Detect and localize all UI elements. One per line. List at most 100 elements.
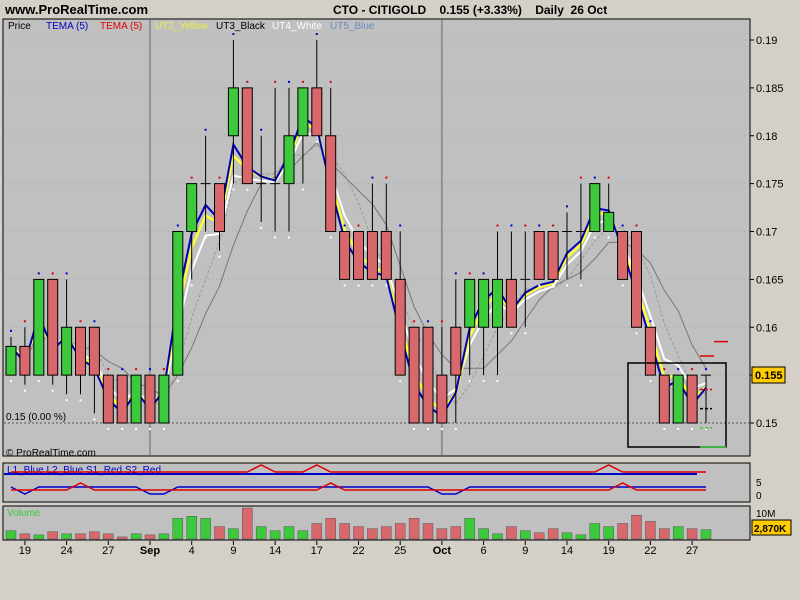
candle-body [283,135,295,185]
volume-bar [172,518,184,540]
candle-body [116,374,128,424]
signal-dot [691,368,694,371]
volume-bar [47,531,58,540]
volume-bar [311,523,323,540]
stop-dot [51,389,54,392]
x-tick-label: 14 [269,545,281,557]
volume-bar [61,533,72,540]
candle-body [241,87,253,185]
stop-dot [385,284,388,287]
candle-body [325,135,337,232]
signal-dot [190,176,193,179]
x-tick-label: 24 [60,545,72,557]
stop-dot [315,140,318,143]
signal-dot [538,224,541,227]
stop-dot [454,428,457,430]
signal-dot [510,224,513,227]
signal-dot [357,224,360,227]
candle-body [603,211,615,233]
volume-bar [561,532,573,540]
stop-dot [10,380,12,383]
stop-dot [579,284,582,287]
volume-bar [533,532,545,540]
candle-body [394,278,406,376]
volume-bar [283,526,295,540]
y-tick-label: 0.185 [756,83,784,95]
candle-body [422,326,434,424]
volume-bar [353,526,364,540]
candle-body [478,278,490,328]
candle-body [19,345,31,376]
candle-body [589,183,601,232]
candle-body [492,278,503,328]
stop-dot [343,284,346,287]
candle-body [186,183,198,232]
signal-dot [204,128,207,131]
stop-dot [23,389,26,392]
x-tick-label: 9 [230,545,236,557]
y-tick-label: 0.15 [756,418,777,430]
stop-dot [621,284,624,287]
volume-bar [603,526,614,540]
candle-body [47,278,59,376]
volume-bar [506,526,517,540]
volume-bar [700,529,712,540]
signal-dot [149,368,151,371]
candle-body [631,231,642,328]
candle-body [644,326,656,376]
candle-body [380,231,392,280]
signal-dot [468,272,471,275]
signal-dot [79,320,82,323]
price-chart[interactable]: 0.190.1850.180.1750.170.1650.160.1550.15… [0,0,800,600]
stop-dot [232,188,235,191]
stop-dot [288,236,290,239]
volume-bar [478,528,489,540]
y-tick-label: 0.17 [756,227,777,239]
stop-dot [162,428,165,430]
x-tick-label: 4 [189,545,195,557]
candle-body [33,278,45,376]
signal-dot [343,224,346,227]
signal-dot [232,33,235,35]
x-tick-label: 19 [19,545,31,557]
signal-dot [288,80,290,83]
signal-dot [635,224,638,227]
volume-bar [520,530,531,540]
signal-dot [399,224,402,227]
volume-bar [269,530,281,540]
x-tick-label: 22 [644,545,656,557]
volume-last-label: 2,870K [754,524,787,535]
stop-dot [496,380,499,383]
volume-bar [589,523,601,540]
stop-dot [135,428,138,430]
volume-bar [89,531,100,540]
volume-bar [450,526,462,540]
stop-dot [593,236,596,239]
volume-bar [130,533,142,540]
candle-body [158,374,170,424]
stop-dot [149,428,151,430]
candle-body [686,374,698,424]
volume-bar [339,523,350,540]
stop-dot [79,399,82,402]
candle-body [88,326,100,376]
volume-bar [645,521,656,540]
x-tick-label: 25 [394,545,406,557]
signal-dot [677,368,680,371]
candle-body [505,278,517,328]
signal-dot [10,329,12,332]
volume-bar [214,526,225,540]
reference-line-label: 0.15 (0.00 %) [6,412,66,423]
stop-dot [413,428,416,430]
candle-body [339,231,351,280]
signal-dot [649,320,652,323]
volume-bar [381,526,392,540]
volume-bar [436,528,448,540]
candle-body [353,231,364,280]
signal-dot [427,320,429,323]
stop-dot [65,399,68,402]
signal-dot [135,368,138,371]
candle-body [75,326,86,376]
candle-body [297,87,309,137]
volume-bar [631,514,642,540]
